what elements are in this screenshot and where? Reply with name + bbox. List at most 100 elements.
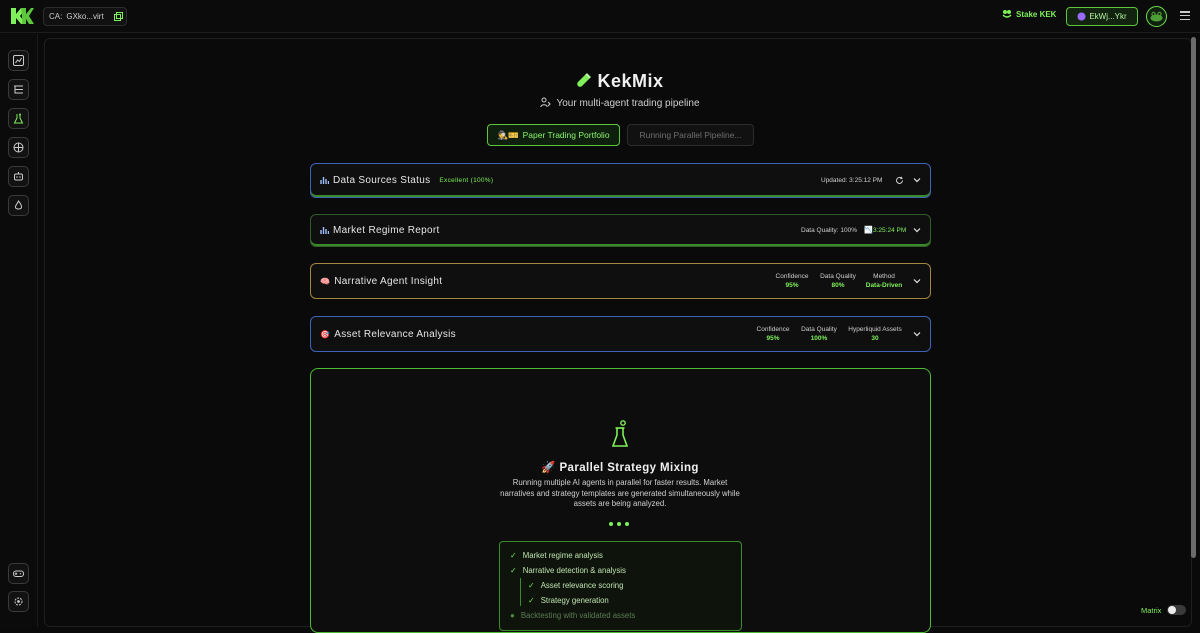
matrix-label: Matrix [1141, 605, 1162, 615]
sidebar-kekmix-button[interactable] [8, 108, 29, 129]
step-item: ✓ Asset relevance scoring [528, 581, 623, 590]
brain-icon: 🧠 [320, 277, 331, 286]
avatar[interactable] [1146, 6, 1167, 27]
narrative-data-quality: Data Quality 80% [816, 272, 860, 290]
contract-address[interactable]: CA: GXko...virt [43, 7, 127, 26]
target-icon: 🎯 [320, 330, 331, 339]
running-pipeline-label: Running Parallel Pipeline... [639, 130, 742, 140]
gamepad-icon [13, 570, 24, 577]
metric-value: 95% [766, 335, 780, 342]
matrix-toggle[interactable]: Matrix [1141, 605, 1187, 615]
page-title: KekMix [0, 71, 1200, 92]
step-label: Asset relevance scoring [540, 581, 624, 590]
paper-trading-button[interactable]: 🕵️🎫 Paper Trading Portfolio [487, 124, 620, 146]
chevron-down-icon[interactable] [913, 226, 921, 234]
flask-icon [13, 113, 24, 124]
top-bar: CA: GXko...virt Stake KEK EkWj...Ykr [0, 0, 1200, 33]
robot-icon [14, 172, 23, 181]
stake-label: Stake KEK [1016, 9, 1057, 19]
sidebar-explore-button[interactable] [8, 137, 29, 158]
ca-label: CA: [49, 12, 63, 21]
bar-chart-icon [320, 177, 329, 184]
sidebar-agents-button[interactable] [8, 166, 29, 187]
loading-dots [609, 522, 629, 526]
kek-logo[interactable] [9, 6, 35, 26]
data-sources-status: Excellent (100%) [439, 177, 494, 184]
metric-label: Method [873, 273, 895, 280]
narrative-title: Narrative Agent Insight [334, 276, 443, 287]
wallet-button[interactable]: EkWj...Ykr [1066, 7, 1138, 26]
paper-trading-icon: 🕵️🎫 [497, 129, 519, 140]
bar-chart-icon [320, 227, 329, 234]
data-sources-panel[interactable]: Data Sources Status Excellent (100%) Upd… [310, 163, 931, 198]
chevron-down-icon[interactable] [913, 330, 921, 338]
check-icon: ✓ [528, 581, 535, 590]
asset-relevance-header: 🎯 Asset Relevance Analysis [320, 329, 456, 340]
page-subtitle: Your multi-agent trading pipeline [0, 97, 1200, 109]
step-item: ✓ Market regime analysis [510, 551, 603, 560]
step-label: Strategy generation [540, 596, 609, 605]
chevron-down-icon[interactable] [913, 176, 921, 184]
data-sources-updated: Updated: 3:25:12 PM [821, 177, 883, 184]
asset-hyperliquid-count: Hyperliquid Assets 30 [843, 325, 907, 343]
running-pipeline-button[interactable]: Running Parallel Pipeline... [627, 124, 754, 146]
sidebar-trending-button[interactable] [8, 195, 29, 216]
asset-data-quality: Data Quality 100% [797, 325, 841, 343]
loading-dot [617, 522, 621, 526]
stake-button[interactable]: Stake KEK [1002, 9, 1056, 19]
narrative-confidence: Confidence 95% [771, 272, 813, 290]
chevron-down-icon[interactable] [913, 277, 921, 285]
loading-dot [609, 522, 613, 526]
metric-label: Data Quality [801, 326, 837, 333]
pending-dot-icon: ● [510, 611, 515, 620]
check-icon: ✓ [510, 566, 517, 575]
toggle-switch[interactable] [1167, 605, 1187, 615]
data-sources-header: Data Sources Status Excellent (100%) [320, 175, 493, 186]
pipeline-steps: ✓ Market regime analysis ✓ Narrative detec… [499, 541, 742, 631]
step-label: Narrative detection & analysis [522, 566, 626, 575]
trend-icon: 📉 [864, 227, 873, 234]
chart-icon [13, 55, 24, 66]
market-regime-header: Market Regime Report [320, 225, 440, 236]
flame-icon [14, 200, 23, 210]
scrollbar[interactable] [1191, 37, 1196, 558]
market-regime-quality: Data Quality: 100% [801, 227, 858, 234]
page-title-text: KekMix [597, 71, 664, 91]
asset-relevance-panel[interactable]: 🎯 Asset Relevance Analysis Confidence 95%… [310, 316, 931, 352]
wallet-address: EkWj...Ykr [1089, 12, 1127, 21]
mixing-title: 🚀 Parallel Strategy Mixing [541, 462, 699, 474]
frog-avatar-icon [1150, 11, 1163, 22]
narrative-header: 🧠 Narrative Agent Insight [320, 276, 442, 287]
metric-label: Confidence [756, 326, 790, 333]
data-sources-title: Data Sources Status [333, 175, 431, 186]
metric-label: Hyperliquid Assets [848, 326, 902, 333]
flask-icon [611, 420, 629, 447]
narrative-panel[interactable]: 🧠 Narrative Agent Insight Confidence 95% … [310, 263, 931, 299]
copy-icon[interactable] [113, 12, 123, 21]
asset-confidence: Confidence 95% [752, 325, 794, 343]
metric-value: 100% [810, 335, 828, 342]
test-tube-icon [577, 73, 592, 87]
step-item: ✓ Narrative detection & analysis [510, 566, 626, 575]
asset-relevance-title: Asset Relevance Analysis [334, 329, 456, 340]
hamburger-menu-icon[interactable] [1180, 11, 1190, 21]
page-subtitle-text: Your multi-agent trading pipeline [556, 98, 700, 109]
check-icon: ✓ [528, 596, 535, 605]
metric-value: 30 [871, 335, 879, 342]
refresh-icon[interactable] [895, 176, 904, 185]
metric-label: Data Quality [820, 273, 856, 280]
check-icon: ✓ [510, 551, 517, 560]
step-label: Backtesting with validated assets [520, 611, 636, 620]
loading-dot [625, 522, 629, 526]
globe-icon [13, 142, 24, 153]
market-regime-panel[interactable]: Market Regime Report Data Quality: 100% … [310, 214, 931, 247]
metric-value: Data-Driven [865, 282, 903, 289]
wallet-chain-icon [1077, 12, 1086, 21]
sidebar-dashboard-button[interactable] [8, 50, 29, 71]
metric-value: 80% [831, 282, 845, 289]
sidebar-settings-button[interactable] [8, 591, 29, 612]
sidebar-games-button[interactable] [8, 563, 29, 584]
market-regime-title: Market Regime Report [333, 225, 440, 236]
gear-icon [14, 597, 23, 606]
narrative-method: Method Data-Driven [861, 272, 907, 290]
